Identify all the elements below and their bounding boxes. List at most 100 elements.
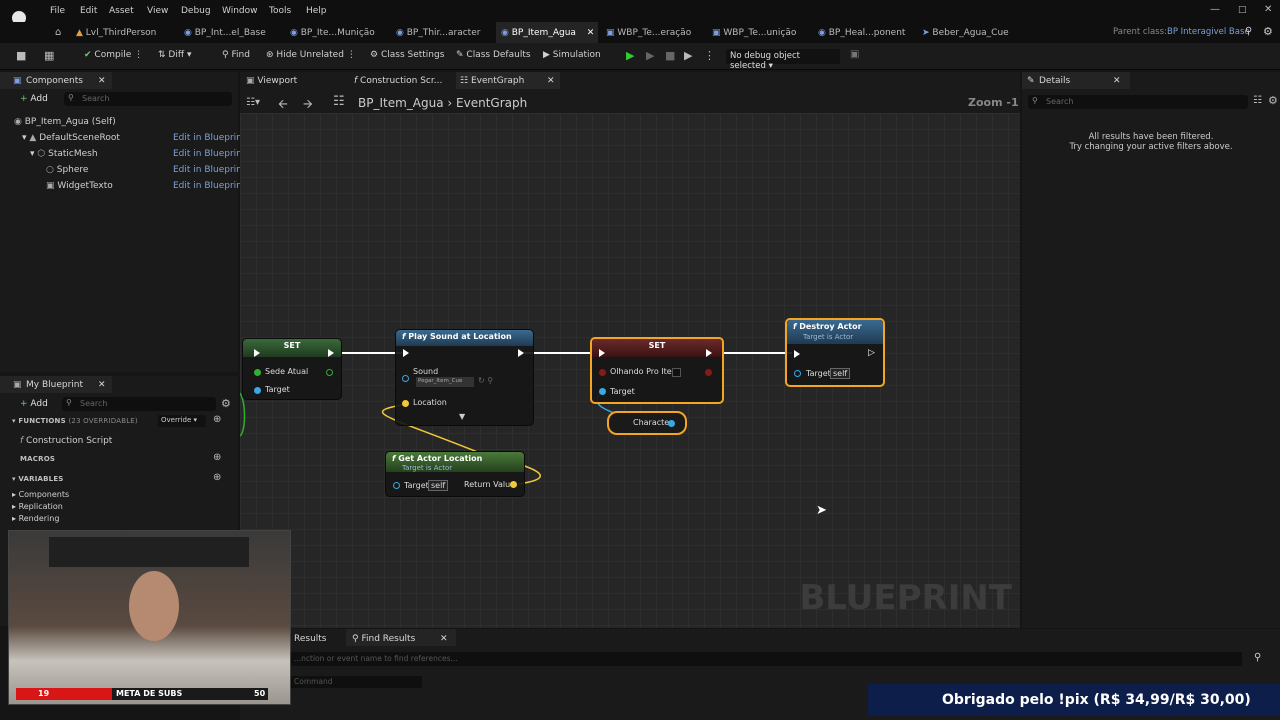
exec-out-pin[interactable]: [328, 349, 334, 357]
tab-bp-health-component[interactable]: ◉ BP_Heal...ponent: [818, 22, 918, 43]
character-node[interactable]: Character: [607, 411, 687, 435]
sound-asset-dropdown[interactable]: Pegar_Item_Cue: [416, 377, 474, 387]
find-references-input[interactable]: ...nction or event name to find referenc…: [288, 652, 1242, 666]
edit-staticmesh-link[interactable]: Edit in Blueprint: [173, 149, 245, 159]
debug-object-dropdown[interactable]: No debug object selected ▾: [726, 49, 840, 71]
my-blueprint-tab-close-icon[interactable]: ✕: [98, 380, 106, 390]
var-category-rendering[interactable]: ▸ Rendering: [12, 514, 59, 523]
home-icon[interactable]: ⌂: [55, 27, 61, 38]
tab-bp-item-agua[interactable]: ◉ BP_Item_Agua ✕: [496, 22, 598, 43]
exec-in-pin[interactable]: [794, 350, 800, 358]
diff-button[interactable]: ⇅ Diff ▾: [158, 50, 191, 60]
settings-gear-icon[interactable]: ⚙: [1263, 25, 1273, 38]
components-search-input[interactable]: Search: [64, 92, 232, 106]
exec-in-pin[interactable]: [403, 349, 409, 357]
functions-header[interactable]: ▾ FUNCTIONS (23 OVERRIDABLE): [12, 417, 138, 425]
menu-edit[interactable]: Edit: [80, 6, 97, 16]
exec-out-pin-hollow[interactable]: ▷: [868, 348, 875, 358]
class-settings-button[interactable]: ⚙ Class Settings: [370, 50, 444, 60]
tab-event-graph[interactable]: ☷ EventGraph: [460, 76, 524, 86]
menu-debug[interactable]: Debug: [181, 6, 211, 16]
olhando-pro-item-checkbox[interactable]: [672, 368, 681, 377]
menu-view[interactable]: View: [147, 6, 168, 16]
tab-viewport[interactable]: ▣ Viewport: [246, 76, 297, 86]
save-icon[interactable]: ■: [16, 49, 26, 62]
find-button[interactable]: ⚲ Find: [222, 50, 250, 60]
add-function-icon[interactable]: ⊕: [213, 414, 221, 425]
target-pin[interactable]: [393, 482, 400, 489]
return-value-pin[interactable]: [510, 481, 517, 488]
menu-file[interactable]: File: [50, 6, 65, 16]
simulation-button[interactable]: ▶ Simulation: [543, 50, 601, 60]
get-actor-location-node[interactable]: f Get Actor Location Target is Actor: [385, 451, 525, 497]
find-results-close-icon[interactable]: ✕: [440, 634, 448, 644]
search-icon[interactable]: ⚲: [1245, 26, 1252, 37]
tab-lvl-thirdperson[interactable]: ▲ Lvl_ThirdPerson: [76, 22, 171, 43]
compile-button[interactable]: ✔ Compile ⋮: [84, 50, 143, 60]
maximize-icon[interactable]: □: [1238, 5, 1247, 15]
sede-atual-out-pin[interactable]: [326, 369, 333, 376]
component-self[interactable]: ◉ BP_Item_Agua (Self): [14, 117, 116, 127]
macros-header[interactable]: MACROS: [20, 455, 55, 463]
my-blueprint-search-input[interactable]: Search: [62, 397, 216, 411]
component-sphere[interactable]: ○ Sphere: [46, 165, 88, 175]
variables-header[interactable]: ▾ VARIABLES: [12, 475, 64, 483]
command-input[interactable]: Command: [290, 676, 422, 688]
tree-expand-icon[interactable]: ▾: [22, 133, 27, 143]
close-window-icon[interactable]: ✕: [1264, 4, 1272, 15]
my-blueprint-tab[interactable]: My Blueprint: [26, 380, 83, 390]
var-category-components[interactable]: ▸ Components: [12, 490, 69, 499]
step-icon[interactable]: ▶: [646, 49, 654, 62]
component-widgettexto[interactable]: ▣ WidgetTexto: [46, 181, 113, 191]
olhando-pro-item-out-pin[interactable]: [705, 369, 712, 376]
debug-select-icon[interactable]: ▣: [850, 49, 859, 60]
tab-wbp-interacao[interactable]: ▣ WBP_Te...eração: [606, 22, 706, 43]
components-tab[interactable]: Components: [26, 76, 83, 86]
tab-wbp-municao[interactable]: ▣ WBP_Te...unição: [712, 22, 812, 43]
target-pin[interactable]: [599, 388, 606, 395]
menu-window[interactable]: Window: [222, 6, 258, 16]
override-dropdown[interactable]: Override ▾: [158, 415, 206, 427]
components-add-button[interactable]: + Add: [20, 94, 48, 104]
target-pin[interactable]: [254, 387, 261, 394]
breadcrumb-graph[interactable]: EventGraph: [456, 96, 527, 110]
minimize-icon[interactable]: —: [1210, 4, 1220, 15]
details-settings-icon[interactable]: ⚙: [1268, 94, 1278, 107]
tab-compiler-results[interactable]: Results: [294, 634, 327, 644]
my-blueprint-add-button[interactable]: + Add: [20, 399, 48, 409]
tab-bp-item-municao[interactable]: ◉ BP_Ite...Munição: [290, 22, 390, 43]
edit-widgettexto-link[interactable]: Edit in Blueprint: [173, 181, 245, 191]
tab-close-icon[interactable]: ✕: [587, 28, 595, 38]
menu-tools[interactable]: Tools: [269, 6, 291, 16]
exec-out-pin[interactable]: [706, 349, 712, 357]
details-view-options-icon[interactable]: ☷: [1253, 95, 1262, 106]
class-defaults-button[interactable]: ✎ Class Defaults: [456, 50, 531, 60]
character-out-pin[interactable]: [668, 420, 675, 427]
construction-script-item[interactable]: f Construction Script: [20, 436, 112, 446]
event-graph-tab-close-icon[interactable]: ✕: [547, 76, 555, 86]
sound-pin[interactable]: [402, 375, 409, 382]
tree-expand-icon[interactable]: ▾: [30, 149, 35, 159]
edit-sphere-link[interactable]: Edit in Blueprint: [173, 165, 245, 175]
my-blueprint-settings-icon[interactable]: ⚙: [221, 397, 231, 410]
component-defaultsceneroot[interactable]: ▾ ▲ DefaultSceneRoot: [22, 133, 120, 143]
menu-asset[interactable]: Asset: [109, 6, 134, 16]
target-pin[interactable]: [794, 370, 801, 377]
advanced-chevron-icon[interactable]: ▼: [459, 412, 465, 421]
eject-icon[interactable]: ▶: [684, 49, 692, 62]
hide-unrelated-button[interactable]: ⊛ Hide Unrelated ⋮: [266, 50, 356, 60]
add-macro-icon[interactable]: ⊕: [213, 452, 221, 463]
var-category-replication[interactable]: ▸ Replication: [12, 502, 63, 511]
browse-icon[interactable]: ▦: [44, 49, 54, 62]
play-options-icon[interactable]: ⋮: [704, 49, 715, 62]
details-search-input[interactable]: Search: [1028, 95, 1248, 109]
location-pin[interactable]: [402, 400, 409, 407]
components-tab-close-icon[interactable]: ✕: [98, 76, 106, 86]
browse-asset-icon[interactable]: ↻ ⚲: [478, 376, 493, 385]
compile-options-icon[interactable]: ⋮: [134, 50, 143, 60]
exec-in-pin[interactable]: [254, 349, 260, 357]
exec-in-pin[interactable]: [599, 349, 605, 357]
tab-find-results[interactable]: ⚲ Find Results: [352, 634, 415, 644]
olhando-pro-item-pin[interactable]: [599, 369, 606, 376]
add-variable-icon[interactable]: ⊕: [213, 472, 221, 483]
